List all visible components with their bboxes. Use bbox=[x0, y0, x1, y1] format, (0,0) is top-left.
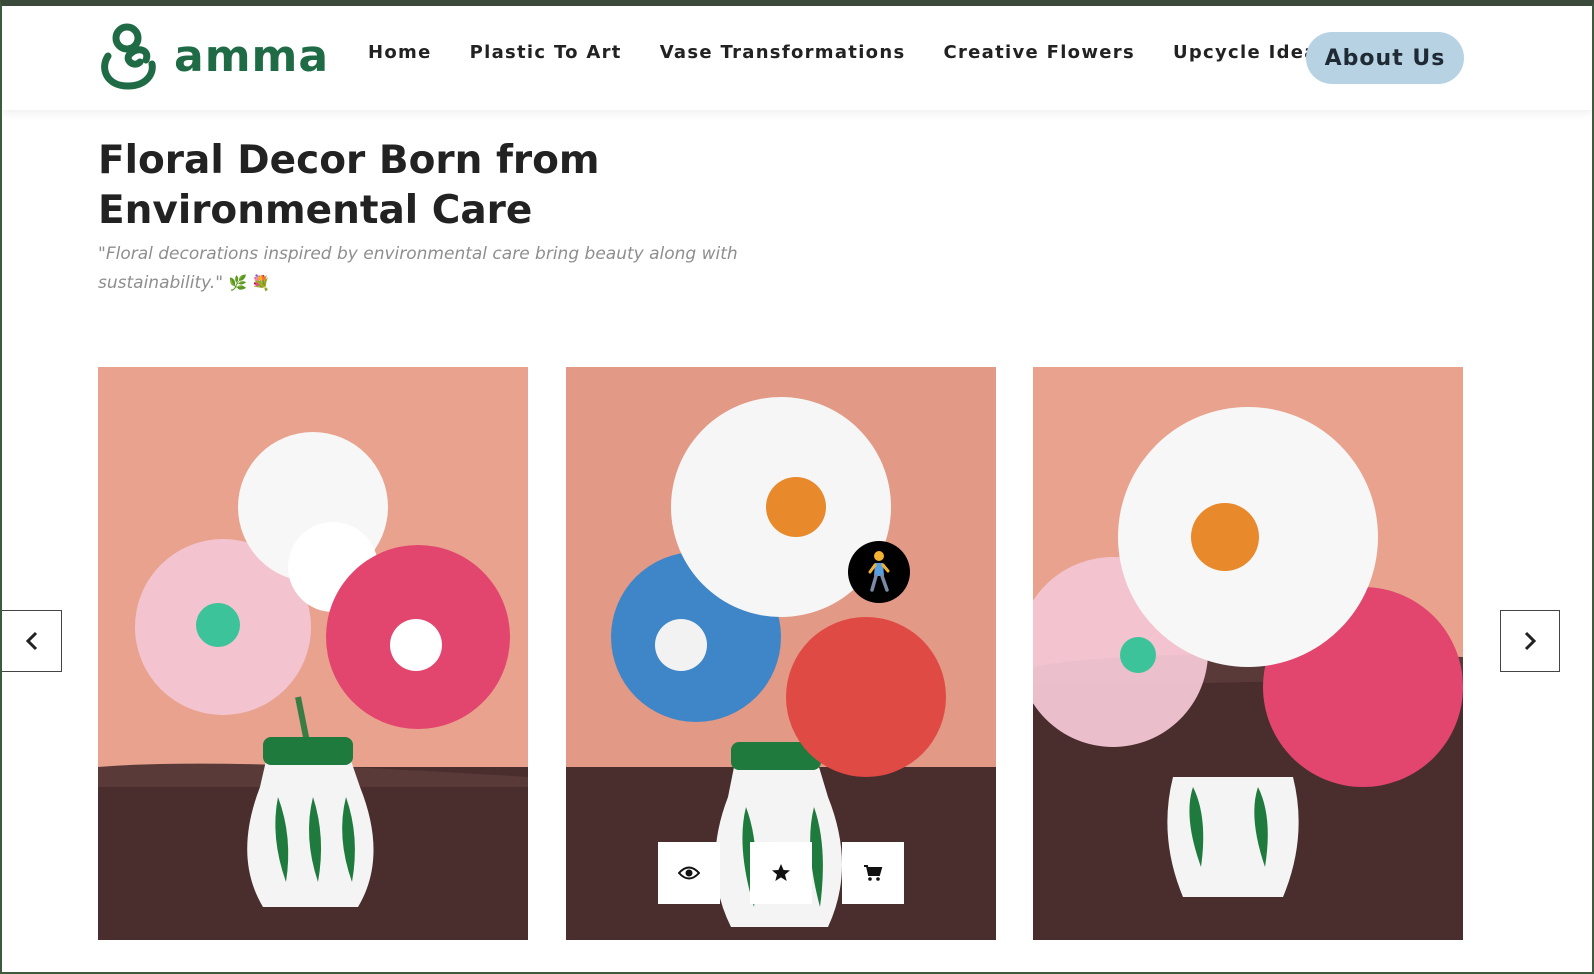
eye-icon bbox=[678, 866, 700, 880]
site-logo[interactable]: amma bbox=[98, 20, 329, 92]
about-us-button[interactable]: About Us bbox=[1306, 32, 1464, 84]
nav-plastic-to-art[interactable]: Plastic To Art bbox=[470, 42, 622, 63]
star-icon bbox=[772, 864, 790, 881]
add-to-cart-button[interactable] bbox=[842, 842, 904, 904]
carousel-prev-button[interactable] bbox=[2, 610, 62, 672]
gallery-card-3[interactable] bbox=[1033, 367, 1463, 940]
main-nav: Home Plastic To Art Vase Transformations… bbox=[368, 42, 1330, 63]
page-quote: "Floral decorations inspired by environm… bbox=[98, 240, 778, 298]
quote-emoji: 🌿 💐 bbox=[228, 274, 271, 292]
favorite-button[interactable] bbox=[750, 842, 812, 904]
amma-logo-icon bbox=[101, 23, 156, 90]
quick-view-button[interactable] bbox=[658, 842, 720, 904]
accessibility-widget-button[interactable] bbox=[848, 541, 910, 603]
chevron-left-icon bbox=[25, 631, 37, 651]
card-action-bar bbox=[658, 842, 904, 904]
carousel-next-button[interactable] bbox=[1500, 610, 1560, 672]
plastic-flower-vase-photo bbox=[98, 367, 528, 940]
plastic-flower-vase-photo bbox=[1033, 367, 1463, 940]
title-line-1: Floral Decor Born from bbox=[98, 138, 600, 183]
gallery-card-1[interactable] bbox=[98, 367, 528, 940]
cart-icon bbox=[864, 865, 883, 881]
site-header: amma Home Plastic To Art Vase Transforma… bbox=[2, 6, 1592, 110]
nav-vase-transformations[interactable]: Vase Transformations bbox=[660, 42, 906, 63]
quote-text: "Floral decorations inspired by environm… bbox=[98, 244, 738, 293]
nav-home[interactable]: Home bbox=[368, 42, 432, 63]
page-title: Floral Decor Born from Environmental Car… bbox=[98, 136, 738, 236]
nav-creative-flowers[interactable]: Creative Flowers bbox=[943, 42, 1134, 63]
chevron-right-icon bbox=[1524, 631, 1537, 651]
brand-name: amma bbox=[174, 30, 330, 82]
walking-person-icon bbox=[868, 551, 890, 592]
page: amma Home Plastic To Art Vase Transforma… bbox=[0, 0, 1594, 974]
title-line-2: Environmental Care bbox=[98, 188, 533, 233]
